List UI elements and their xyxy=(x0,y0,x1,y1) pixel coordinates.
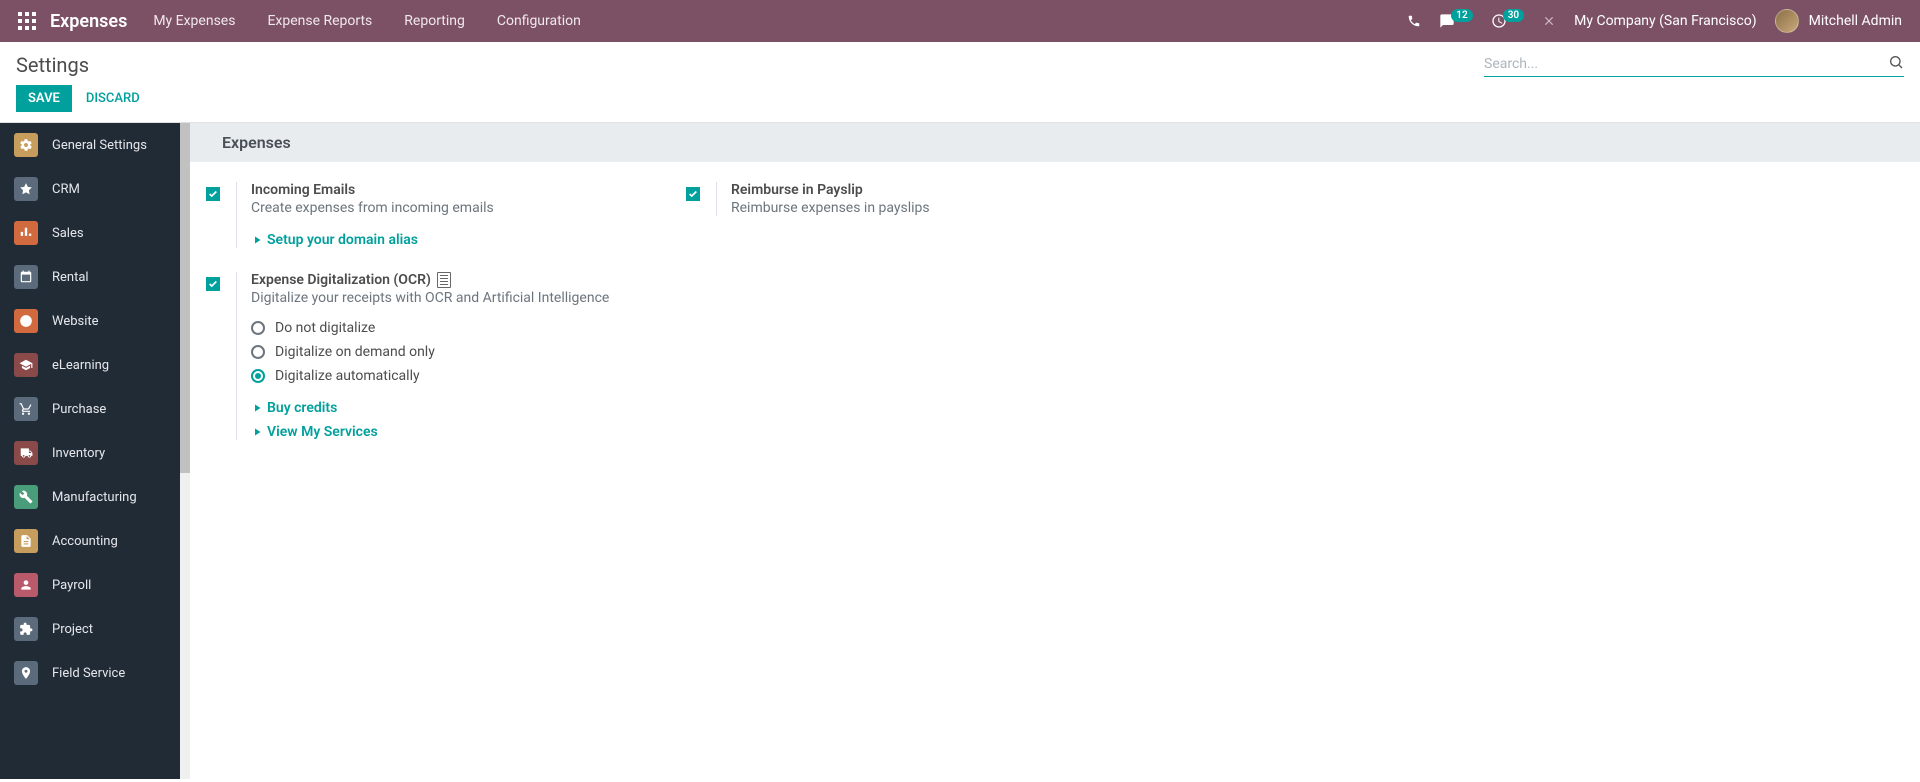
setting-reimburse-payslip: Reimburse in Payslip Reimburse expenses … xyxy=(686,182,1166,216)
sidebar-item-icon xyxy=(14,221,38,245)
sidebar-item-icon xyxy=(14,309,38,333)
sidebar-item-purchase[interactable]: Purchase xyxy=(0,387,180,431)
sidebar-item-icon xyxy=(14,485,38,509)
sidebar-item-icon xyxy=(14,353,38,377)
radio-digitalize-automatically[interactable]: Digitalize automatically xyxy=(251,368,686,384)
phone-icon[interactable] xyxy=(1407,14,1421,28)
setting-title: Incoming Emails xyxy=(251,182,686,198)
sidebar-item-website[interactable]: Website xyxy=(0,299,180,343)
control-panel: Settings Save Discard xyxy=(0,42,1920,123)
menu-configuration[interactable]: Configuration xyxy=(497,13,581,29)
sidebar-item-label: Accounting xyxy=(52,534,118,549)
sidebar-item-manufacturing[interactable]: Manufacturing xyxy=(0,475,180,519)
setting-desc: Reimburse expenses in payslips xyxy=(731,200,1166,216)
sidebar-item-label: Inventory xyxy=(52,446,105,461)
sidebar-item-label: Purchase xyxy=(52,402,106,417)
sidebar-item-label: eLearning xyxy=(52,358,109,373)
sidebar-item-icon xyxy=(14,441,38,465)
sidebar-item-inventory[interactable]: Inventory xyxy=(0,431,180,475)
search-bar[interactable] xyxy=(1484,52,1904,77)
discard-button[interactable]: Discard xyxy=(86,91,140,106)
radio-circle-icon xyxy=(251,321,265,335)
link-buy-credits[interactable]: Buy credits xyxy=(251,400,686,416)
sidebar-item-payroll[interactable]: Payroll xyxy=(0,563,180,607)
setting-title-text: Expense Digitalization (OCR) xyxy=(251,272,431,288)
save-button[interactable]: Save xyxy=(16,85,72,112)
setting-desc: Digitalize your receipts with OCR and Ar… xyxy=(251,290,686,306)
link-setup-domain-alias[interactable]: Setup your domain alias xyxy=(251,232,686,248)
sidebar-item-label: General Settings xyxy=(52,138,147,153)
radio-label: Digitalize on demand only xyxy=(275,344,435,360)
sidebar-item-elearning[interactable]: eLearning xyxy=(0,343,180,387)
sidebar-item-icon xyxy=(14,397,38,421)
sidebar-item-accounting[interactable]: Accounting xyxy=(0,519,180,563)
radio-circle-icon xyxy=(251,369,265,383)
activities-icon[interactable]: 30 xyxy=(1491,13,1524,29)
setting-expense-ocr: Expense Digitalization (OCR) Digitalize … xyxy=(206,272,686,440)
avatar xyxy=(1775,9,1799,33)
setting-title: Expense Digitalization (OCR) xyxy=(251,272,686,288)
building-icon xyxy=(437,272,451,288)
activities-badge: 30 xyxy=(1503,9,1524,22)
sidebar-item-label: Payroll xyxy=(52,578,91,593)
link-label: View My Services xyxy=(267,424,378,440)
apps-icon[interactable] xyxy=(18,12,36,30)
section-header: Expenses xyxy=(190,123,1920,162)
search-input[interactable] xyxy=(1484,52,1888,76)
link-view-my-services[interactable]: View My Services xyxy=(251,424,686,440)
company-switcher[interactable]: My Company (San Francisco) xyxy=(1574,13,1756,29)
sidebar-item-field-service[interactable]: Field Service xyxy=(0,651,180,695)
messages-badge: 12 xyxy=(1451,9,1472,22)
link-label: Setup your domain alias xyxy=(267,232,418,248)
sidebar-item-label: CRM xyxy=(52,182,80,197)
sidebar-item-label: Sales xyxy=(52,226,84,241)
radio-do-not-digitalize[interactable]: Do not digitalize xyxy=(251,320,686,336)
search-icon[interactable] xyxy=(1888,54,1904,74)
sidebar-item-label: Website xyxy=(52,314,99,329)
radio-label: Digitalize automatically xyxy=(275,368,420,384)
messages-icon[interactable]: 12 xyxy=(1439,13,1472,29)
sidebar-item-icon xyxy=(14,265,38,289)
checkbox-reimburse-payslip[interactable] xyxy=(686,187,700,201)
sidebar-item-icon xyxy=(14,133,38,157)
sidebar-item-general-settings[interactable]: General Settings xyxy=(0,123,180,167)
setting-desc: Create expenses from incoming emails xyxy=(251,200,686,216)
checkbox-expense-ocr[interactable] xyxy=(206,277,220,291)
app-brand[interactable]: Expenses xyxy=(50,11,127,32)
sidebar-item-label: Field Service xyxy=(52,666,125,681)
sidebar-item-label: Manufacturing xyxy=(52,490,137,505)
setting-title: Reimburse in Payslip xyxy=(731,182,1166,198)
sidebar-item-icon xyxy=(14,177,38,201)
sidebar-item-icon xyxy=(14,617,38,641)
menu-reporting[interactable]: Reporting xyxy=(404,13,465,29)
setting-incoming-emails: Incoming Emails Create expenses from inc… xyxy=(206,182,686,248)
link-label: Buy credits xyxy=(267,400,337,416)
radio-digitalize-on-demand-only[interactable]: Digitalize on demand only xyxy=(251,344,686,360)
sidebar-item-label: Project xyxy=(52,622,93,637)
sidebar-item-sales[interactable]: Sales xyxy=(0,211,180,255)
breadcrumb: Settings xyxy=(16,53,89,77)
top-navbar: Expenses My Expenses Expense Reports Rep… xyxy=(0,0,1920,42)
settings-content: Expenses Incoming Emails Create expenses… xyxy=(190,123,1920,779)
debug-close-icon[interactable] xyxy=(1542,14,1556,28)
sidebar-scrollbar[interactable] xyxy=(180,123,190,779)
menu-my-expenses[interactable]: My Expenses xyxy=(153,13,235,29)
settings-sidebar: General Settings CRM Sales Rental Website eLe… xyxy=(0,123,180,779)
menu-expense-reports[interactable]: Expense Reports xyxy=(267,13,372,29)
sidebar-item-label: Rental xyxy=(52,270,89,285)
sidebar-item-icon xyxy=(14,573,38,597)
checkbox-incoming-emails[interactable] xyxy=(206,187,220,201)
radio-circle-icon xyxy=(251,345,265,359)
user-menu[interactable]: Mitchell Admin xyxy=(1775,9,1902,33)
sidebar-item-icon xyxy=(14,529,38,553)
sidebar-item-project[interactable]: Project xyxy=(0,607,180,651)
user-name-label: Mitchell Admin xyxy=(1809,13,1902,29)
sidebar-item-rental[interactable]: Rental xyxy=(0,255,180,299)
radio-label: Do not digitalize xyxy=(275,320,375,336)
sidebar-item-icon xyxy=(14,661,38,685)
sidebar-item-crm[interactable]: CRM xyxy=(0,167,180,211)
